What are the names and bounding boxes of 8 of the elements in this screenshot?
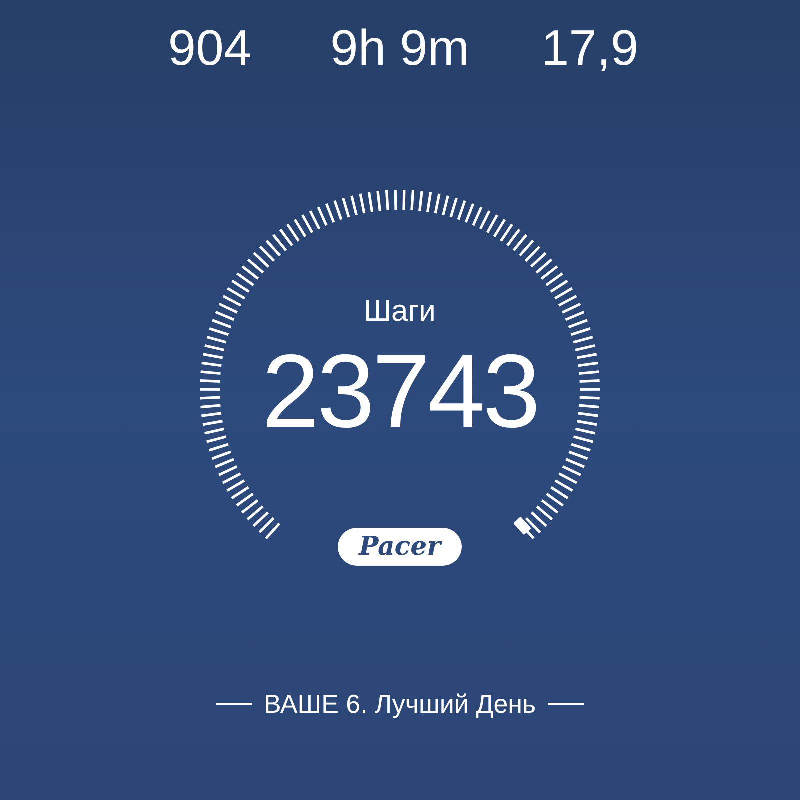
stat-value: 9h 9m bbox=[330, 19, 470, 78]
steps-count: 23743 bbox=[262, 340, 538, 444]
steps-label: Шаги bbox=[364, 294, 436, 330]
best-day-text: ВАШЕ 6. Лучший День bbox=[264, 688, 536, 720]
stat-value: 904 bbox=[168, 19, 252, 78]
brand-logo: Pacer bbox=[338, 528, 462, 566]
stat-value: 17,9 bbox=[541, 19, 639, 78]
progress-marker-icon bbox=[513, 516, 532, 536]
